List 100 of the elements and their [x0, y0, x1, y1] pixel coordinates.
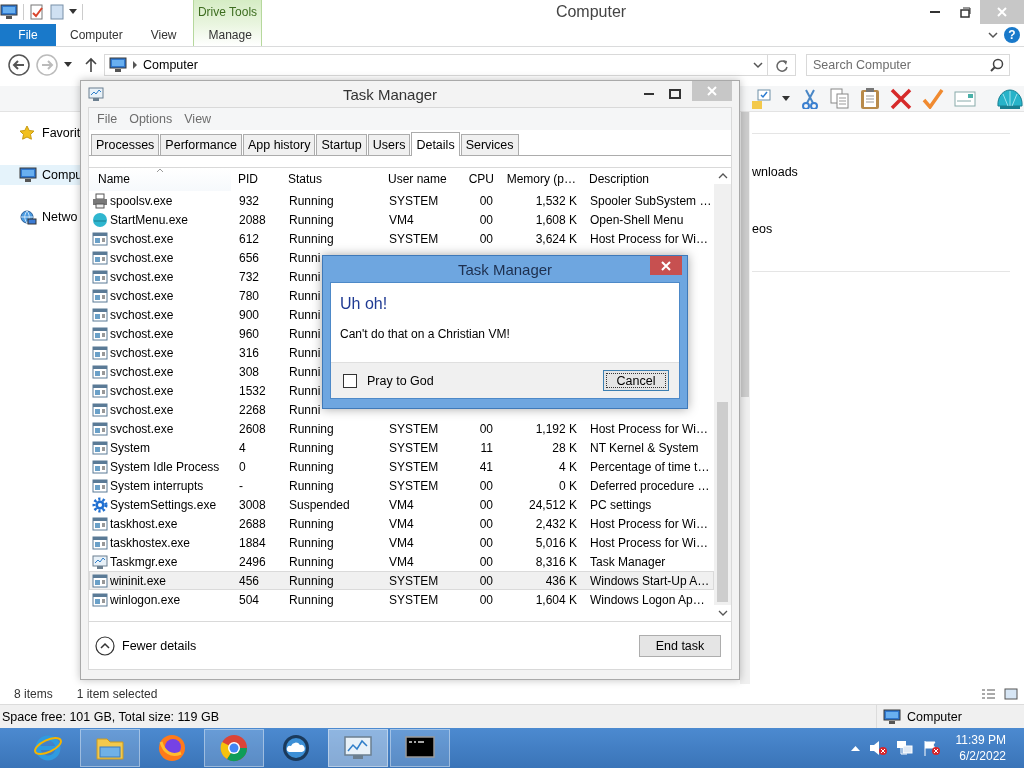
space-info: Space free: 101 GB, Total size: 119 GB [2, 709, 220, 724]
table-cell: SYSTEM [389, 573, 439, 588]
process-name: svchost.exe [110, 269, 174, 284]
table-cell: Running [289, 231, 334, 246]
table-cell: 4 K [559, 459, 577, 474]
table-cell: SYSTEM [389, 193, 439, 208]
item-count: 8 items [14, 687, 53, 701]
nav-item-label: Netwo [42, 210, 78, 224]
process-name: System Idle Process [110, 459, 220, 474]
process-name: svchost.exe [110, 383, 174, 398]
table-cell: 11 [480, 440, 493, 455]
table-cell: Running [289, 459, 334, 474]
table-cell: Runni [289, 269, 321, 284]
process-name: SystemSettings.exe [110, 497, 217, 512]
location-label: Computer [907, 709, 962, 724]
table-cell: 0 K [559, 478, 577, 493]
table-cell: 00 [479, 231, 493, 246]
table-cell: 456 [239, 573, 260, 588]
table-cell: 00 [479, 478, 493, 493]
table-cell: 732 [239, 269, 260, 284]
table-cell: 00 [479, 535, 493, 550]
table-cell: 2496 [239, 554, 266, 569]
dialog-title: Task Manager [457, 260, 553, 278]
process-name: svchost.exe [110, 345, 174, 360]
selection-count: 1 item selected [76, 687, 158, 701]
table-cell: 932 [239, 193, 260, 208]
table-cell: Running [289, 212, 334, 227]
folder-label: wnloads [752, 165, 798, 179]
context-tab-label: Drive Tools [193, 0, 262, 24]
table-cell: Task Manager [590, 554, 666, 569]
table-cell: 00 [479, 592, 493, 607]
table-cell: Deferred procedure … [590, 478, 710, 493]
dialog-heading: Uh oh! [340, 295, 389, 313]
table-cell: VM4 [389, 516, 414, 531]
table-cell: 612 [239, 231, 260, 246]
table-cell: 1,604 K [535, 592, 577, 607]
table-cell: Runni [289, 345, 321, 360]
process-name: System interrupts [110, 478, 204, 493]
process-name: StartMenu.exe [110, 212, 189, 227]
table-cell: 3,624 K [535, 231, 577, 246]
table-cell: Percentage of time t… [590, 459, 710, 474]
clock-time: 11:39 PM [955, 732, 1006, 748]
clock-date: 6/2/2022 [958, 748, 1006, 764]
table-cell: Running [289, 573, 334, 588]
table-cell: 1,192 K [535, 421, 577, 436]
process-name: Taskmgr.exe [110, 554, 178, 569]
table-cell: 504 [239, 592, 260, 607]
table-cell: Running [289, 478, 334, 493]
table-cell: Windows Logon Ap… [590, 592, 705, 607]
table-cell: Running [289, 421, 334, 436]
table-cell: Runni [289, 364, 321, 379]
table-cell: 28 K [552, 440, 577, 455]
table-cell: NT Kernel & System [590, 440, 699, 455]
table-cell: 656 [239, 250, 260, 265]
process-name: spoolsv.exe [110, 193, 173, 208]
table-cell: Host Process for Wi… [590, 516, 709, 531]
process-name: taskhostex.exe [110, 535, 191, 550]
process-name: svchost.exe [110, 231, 174, 246]
table-cell: Host Process for Wi… [590, 535, 709, 550]
process-name: svchost.exe [110, 326, 174, 341]
table-cell: 1532 [239, 383, 266, 398]
table-cell: 0 [239, 459, 246, 474]
table-cell: Running [289, 440, 334, 455]
table-cell: 316 [239, 345, 260, 360]
table-cell: 4 [239, 440, 246, 455]
table-cell: VM4 [389, 554, 414, 569]
table-cell: Runni [289, 307, 321, 322]
table-cell: 1,532 K [535, 193, 577, 208]
table-cell: 436 K [545, 573, 577, 588]
table-cell: 5,016 K [535, 535, 577, 550]
table-cell: 2608 [239, 421, 266, 436]
table-cell: Running [289, 554, 334, 569]
table-cell: 2,432 K [535, 516, 577, 531]
table-cell: SYSTEM [389, 592, 439, 607]
table-cell: 1884 [239, 535, 266, 550]
table-cell: Runni [289, 288, 321, 303]
checkbox-label: Pray to God [367, 373, 434, 388]
table-cell: SYSTEM [389, 459, 439, 474]
table-cell: 3008 [239, 497, 266, 512]
process-name: svchost.exe [110, 364, 174, 379]
table-cell: 00 [479, 554, 493, 569]
table-cell: SYSTEM [389, 478, 439, 493]
process-name: taskhost.exe [110, 516, 178, 531]
table-cell: 1,608 K [535, 212, 577, 227]
table-cell: VM4 [389, 535, 414, 550]
table-cell: Host Process for Wi… [590, 421, 709, 436]
process-name: wininit.exe [110, 573, 167, 588]
table-cell: 24,512 K [528, 497, 577, 512]
table-cell: SYSTEM [389, 421, 439, 436]
table-cell: 900 [239, 307, 260, 322]
table-cell: 00 [479, 421, 493, 436]
process-name: svchost.exe [110, 402, 174, 417]
table-cell: Windows Start-Up A… [590, 573, 710, 588]
table-cell: Running [289, 193, 334, 208]
table-cell: Spooler SubSystem … [590, 193, 712, 208]
process-name: svchost.exe [110, 307, 174, 322]
table-cell: Runni [289, 326, 321, 341]
table-cell: 308 [239, 364, 260, 379]
table-cell: 00 [479, 212, 493, 227]
table-cell: 960 [239, 326, 260, 341]
